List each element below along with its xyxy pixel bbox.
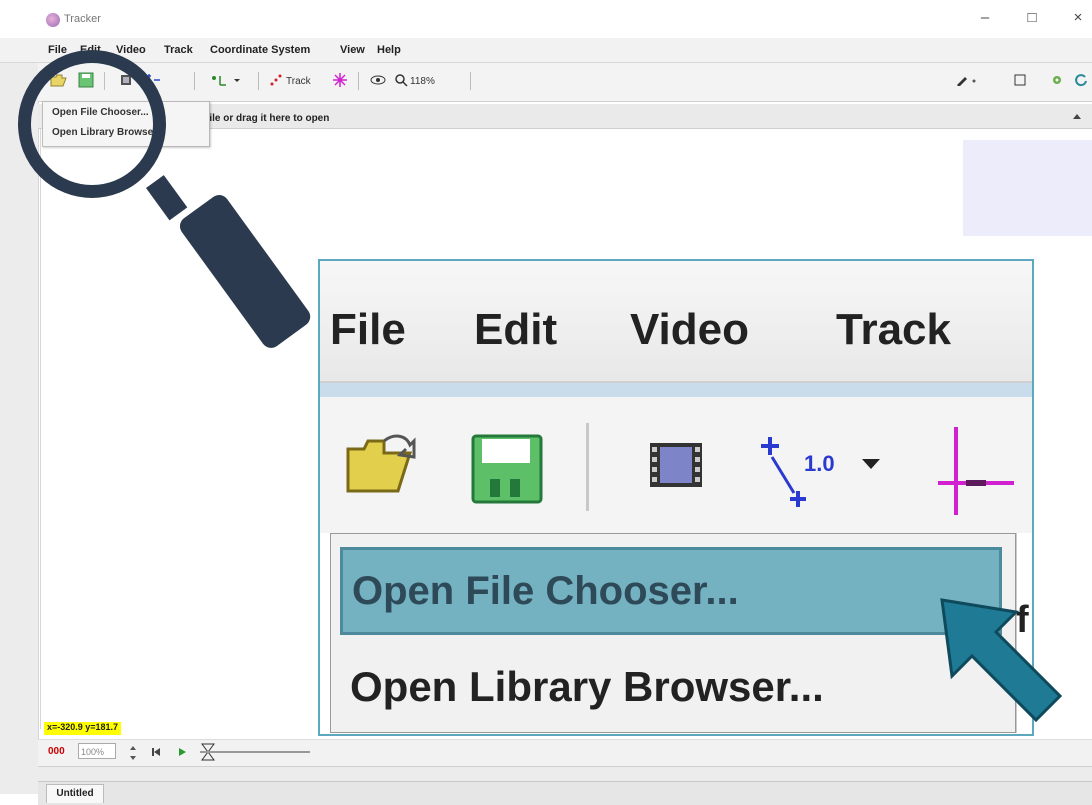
play-icon[interactable] — [176, 746, 188, 758]
toolbar-separator-large — [586, 423, 589, 511]
toolbar-separator — [258, 72, 259, 90]
save-icon-large[interactable] — [470, 433, 544, 505]
refresh-icon[interactable] — [1074, 73, 1088, 87]
app-icon — [46, 13, 60, 27]
speed-field[interactable]: 100% — [78, 743, 116, 759]
menu-track[interactable]: Track — [164, 44, 193, 56]
axes-icon-large[interactable] — [936, 423, 1016, 519]
track-icon[interactable] — [270, 74, 282, 86]
player-bar — [38, 739, 1092, 766]
horizontal-scrollbar[interactable] — [38, 766, 1092, 781]
sparkle-icon[interactable] — [332, 72, 348, 88]
side-panel — [963, 140, 1092, 236]
info-text: file or drag it here to open — [206, 113, 330, 124]
pointer-arrow-icon — [940, 598, 1063, 722]
toolbar-separator — [194, 72, 195, 90]
toolbar-separator — [470, 72, 471, 90]
calibration-icon[interactable] — [210, 73, 242, 87]
zoom-open-library-browser-item[interactable]: Open Library Browser... — [350, 663, 824, 711]
toolbar — [38, 63, 1092, 102]
menu-help[interactable]: Help — [377, 44, 401, 56]
zoom-divider — [320, 383, 1032, 397]
coordinate-readout: x=-320.9 y=181.7 — [44, 722, 122, 735]
menu-video[interactable]: Video — [116, 44, 146, 56]
clip-icon-large[interactable] — [648, 441, 704, 489]
title-bar — [0, 0, 1092, 38]
zoom-menu-edit[interactable]: Edit — [474, 305, 557, 355]
maximize-button[interactable]: □ — [1022, 9, 1042, 26]
menu-coordinate-system[interactable]: Coordinate System — [210, 44, 310, 56]
step-back-icon[interactable] — [150, 746, 162, 758]
collapse-icon[interactable] — [1072, 112, 1082, 120]
close-button[interactable]: × — [1068, 9, 1088, 26]
left-panel — [0, 63, 39, 794]
gear-icon[interactable] — [1050, 73, 1064, 87]
calibration-icon-large[interactable]: 1.0 — [758, 433, 888, 509]
zoom-menu-track[interactable]: Track — [836, 305, 951, 355]
slider-track[interactable] — [200, 751, 310, 753]
minimize-button[interactable]: – — [975, 9, 995, 26]
tab-bar — [38, 781, 1092, 805]
menu-view[interactable]: View — [340, 44, 365, 56]
open-icon-large[interactable] — [344, 433, 416, 497]
rate-readout: 000 — [48, 746, 65, 757]
eye-icon[interactable] — [370, 74, 386, 86]
track-label[interactable]: Track — [286, 76, 311, 87]
toolbar-separator — [358, 72, 359, 90]
zoom-menu-file[interactable]: File — [330, 305, 406, 355]
zoom-menu-video[interactable]: Video — [630, 305, 749, 355]
speed-spinner[interactable] — [128, 744, 138, 762]
zoom-level[interactable]: 118% — [410, 76, 435, 87]
window-icon[interactable] — [1014, 74, 1026, 86]
magnifier-ring — [18, 50, 166, 198]
tab-untitled[interactable]: Untitled — [46, 784, 104, 803]
window-title: Tracker — [64, 13, 101, 25]
zoom-callout: File Edit Video Track 1.0 Open File Choo… — [318, 259, 1034, 736]
calibration-value: 1.0 — [804, 451, 835, 476]
pencil-icon[interactable] — [956, 74, 980, 86]
zoom-icon[interactable] — [394, 73, 408, 87]
zoom-open-file-chooser-label: Open File Chooser... — [352, 569, 739, 613]
